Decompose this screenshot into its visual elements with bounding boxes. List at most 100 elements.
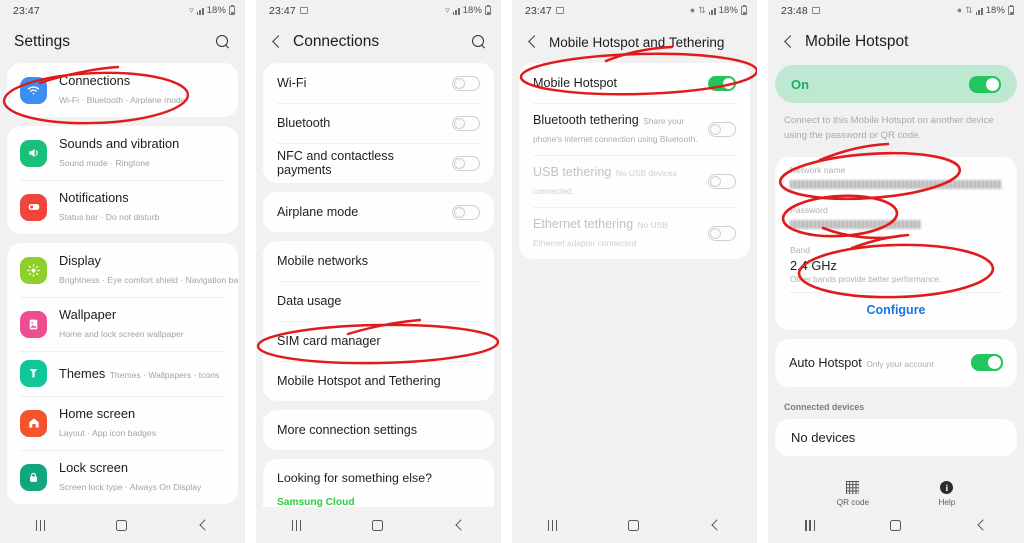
home-nav-icon[interactable]: [116, 519, 128, 531]
row-more-connection-settings[interactable]: More connection settings: [263, 410, 494, 450]
qr-code-button[interactable]: QR code: [837, 481, 869, 507]
row-mobile-hotspot[interactable]: Mobile Hotspot: [519, 63, 750, 103]
row-sim-card-manager[interactable]: SIM card manager: [263, 321, 494, 361]
mobile-hotspot-toggle[interactable]: [708, 75, 736, 91]
sidebar-item-wallpaper[interactable]: Wallpaper Home and lock screen wallpaper: [7, 297, 238, 351]
recents-icon[interactable]: [547, 519, 558, 531]
help-button[interactable]: i Help: [938, 481, 955, 507]
panel-settings: 23:47 ▿ 18% Settings Connections Wi-Fi ·…: [0, 0, 245, 543]
search-icon[interactable]: [472, 34, 487, 50]
back-nav-icon[interactable]: [710, 520, 721, 531]
home-nav-icon[interactable]: [628, 519, 640, 531]
row-airplane-mode[interactable]: Airplane mode: [263, 192, 494, 232]
field-network-name[interactable]: Network name: [775, 157, 1017, 197]
hotspot-master-toggle[interactable]: [969, 75, 1001, 93]
hotspot-tethering-title-bar: Mobile Hotspot and Tethering: [512, 21, 757, 63]
panel-connections: 23:47 ▿ 18% Connections Wi-Fi Bluetooth: [256, 0, 501, 543]
row-subtitle: Brightness · Eye comfort shield · Naviga…: [59, 275, 238, 285]
wallpaper-icon: [20, 310, 47, 338]
row-text: USB tethering No USB devices connected.: [533, 155, 698, 207]
panel-hotspot-tethering: 23:47 ● ⇅ 18% Mobile Hotspot and Tetheri…: [512, 0, 757, 543]
sidebar-item-connections[interactable]: Connections Wi-Fi · Bluetooth · Airplane…: [7, 63, 238, 117]
signal-status-icon: [452, 7, 460, 15]
recents-icon[interactable]: [35, 519, 46, 531]
back-nav-icon[interactable]: [976, 520, 987, 531]
row-title: Auto Hotspot: [789, 355, 862, 370]
field-password[interactable]: Password: [775, 197, 1017, 237]
bluetooth-tethering-toggle[interactable]: [708, 121, 736, 137]
nfc-toggle[interactable]: [452, 155, 480, 171]
sidebar-item-notifications[interactable]: Notifications Status bar · Do not distur…: [7, 180, 238, 234]
auto-hotspot-toggle[interactable]: [971, 354, 1003, 372]
ethernet-tethering-toggle: [708, 225, 736, 241]
back-icon[interactable]: [782, 36, 795, 49]
tethering-card: Mobile Hotspot Bluetooth tethering Share…: [519, 63, 750, 259]
action-label: Help: [938, 498, 956, 507]
configure-row[interactable]: Configure: [775, 291, 1017, 330]
usb-tethering-toggle: [708, 173, 736, 189]
row-subtitle: Themes · Wallpapers · Icons: [109, 369, 220, 380]
navigation-bar: [256, 507, 501, 543]
panel-divider-2: [501, 0, 512, 543]
row-nfc[interactable]: NFC and contactless payments: [263, 143, 494, 183]
sidebar-item-home-screen[interactable]: Home screen Layout · App icon badges: [7, 396, 238, 450]
row-label: NFC and contactless payments: [277, 149, 394, 177]
panel-mobile-hotspot: 23:48 ● ⇅ 18% Mobile Hotspot On Connect …: [768, 0, 1024, 543]
hotspot-details-card: Network name Password Band 2.4 GHz Other…: [775, 156, 1017, 330]
panel-divider-3: [757, 0, 768, 543]
back-icon[interactable]: [270, 36, 283, 49]
field-band[interactable]: Band 2.4 GHz Other bands provide better …: [775, 237, 1017, 292]
row-auto-hotspot[interactable]: Auto Hotspot Only your account: [775, 339, 1017, 387]
configure-button[interactable]: Configure: [866, 303, 925, 317]
row-title: Home screen: [59, 406, 136, 421]
back-nav-icon[interactable]: [198, 520, 209, 531]
sidebar-item-display[interactable]: Display Brightness · Eye comfort shield …: [7, 243, 238, 297]
settings-group-display: Display Brightness · Eye comfort shield …: [7, 243, 238, 504]
search-icon[interactable]: [216, 34, 231, 50]
hotspot-on-banner[interactable]: On: [775, 65, 1017, 103]
looking-for-title: Looking for something else?: [277, 471, 432, 485]
network-name-redacted-value: [790, 179, 1002, 189]
row-title: Themes: [59, 365, 106, 381]
sidebar-item-sounds-and-vibration[interactable]: Sounds and vibration Sound mode · Ringto…: [7, 126, 238, 180]
row-subtitle: Layout · App icon badges: [59, 428, 156, 438]
row-bluetooth-tethering[interactable]: Bluetooth tethering Share your phone's i…: [519, 103, 750, 155]
recents-icon[interactable]: [805, 519, 816, 531]
wifi-status-icon: ▿: [445, 5, 450, 15]
row-data-usage[interactable]: Data usage: [263, 281, 494, 321]
home-nav-icon[interactable]: [889, 519, 901, 531]
battery-percent: 18%: [718, 5, 738, 16]
row-text: Notifications Status bar · Do not distur…: [59, 189, 225, 225]
row-bluetooth[interactable]: Bluetooth: [263, 103, 494, 143]
row-mobile-networks[interactable]: Mobile networks: [263, 241, 494, 281]
sidebar-item-lock-screen[interactable]: Lock screen Screen lock type · Always On…: [7, 450, 238, 504]
home-nav-icon[interactable]: [372, 519, 384, 531]
bottom-action-bar: QR code i Help: [768, 481, 1024, 507]
row-wifi[interactable]: Wi-Fi: [263, 63, 494, 103]
signal-status-icon: [975, 7, 983, 15]
settings-title-bar: Settings: [0, 21, 245, 63]
back-icon[interactable]: [526, 36, 539, 49]
back-nav-icon[interactable]: [454, 520, 465, 531]
wifi-toggle[interactable]: [452, 75, 480, 91]
connected-devices-card: No devices: [775, 418, 1017, 456]
row-usb-tethering: USB tethering No USB devices connected.: [519, 155, 750, 207]
signal-status-icon: [196, 7, 204, 15]
row-text: Wallpaper Home and lock screen wallpaper: [59, 306, 225, 342]
recents-icon[interactable]: [291, 519, 302, 531]
themes-icon: [20, 360, 47, 387]
hotspot-status-icon: ●: [956, 5, 963, 15]
airplane-mode-toggle[interactable]: [452, 204, 480, 220]
vpn-status-icon: ⇅: [698, 5, 706, 15]
bluetooth-toggle[interactable]: [452, 115, 480, 131]
row-mobile-hotspot-and-tethering[interactable]: Mobile Hotspot and Tethering: [263, 361, 494, 401]
row-title: Sounds and vibration: [59, 136, 180, 151]
vpn-status-icon: ⇅: [965, 5, 973, 15]
speaker-icon: [20, 139, 47, 167]
row-label: SIM card manager: [277, 334, 381, 348]
row-ethernet-tethering: Ethernet tethering No USB Ethernet adapt…: [519, 207, 750, 259]
row-description: Only your account: [866, 358, 934, 369]
navigation-bar: [0, 507, 245, 543]
row-title: Bluetooth tethering: [533, 113, 639, 127]
sidebar-item-themes[interactable]: Themes Themes · Wallpapers · Icons: [7, 351, 238, 396]
